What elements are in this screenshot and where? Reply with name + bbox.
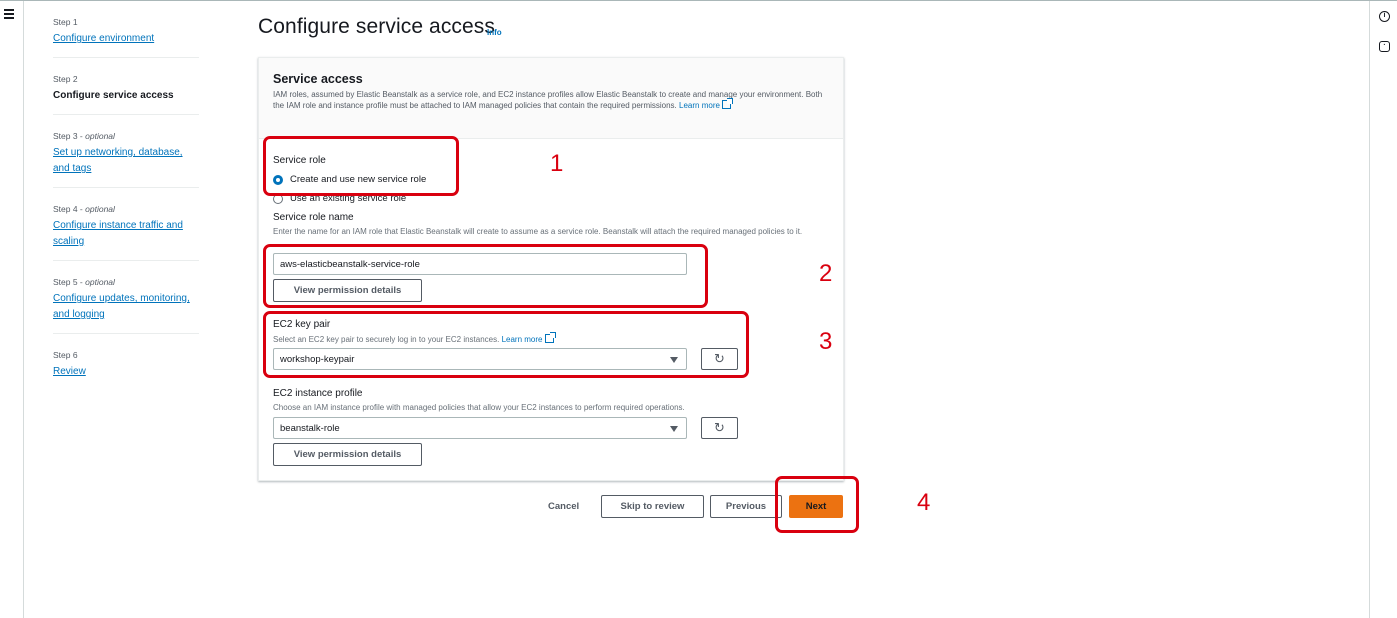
panel-title: Service access [273,72,363,86]
radio-create-new-service-role[interactable] [273,175,283,185]
view-instance-profile-permission-details-button[interactable]: View permission details [273,443,422,466]
wizard-step-2: Step 2 Configure service access [53,73,199,115]
step-label: Step 5 - optional [53,277,115,287]
learn-more-link[interactable]: Learn more [679,98,733,110]
left-navigation-rail [0,1,24,618]
refresh-key-pairs-button[interactable]: ↻ [701,348,738,370]
step-label: Step 1 [53,17,78,27]
gear-icon[interactable]: · [1379,41,1390,52]
wizard-step-3: Step 3 - optional Set up networking, dat… [53,130,199,188]
ec2-key-pair-value: workshop-keypair [280,354,355,365]
step-link-updates-monitoring[interactable]: Configure updates, monitoring, and loggi… [53,291,199,323]
ec2-key-pair-label: EC2 key pair [273,319,331,330]
page-title: Configure service access [258,15,495,38]
ec2-instance-profile-value: beanstalk-role [280,423,340,434]
ec2-key-pair-select[interactable]: workshop-keypair [273,348,687,370]
radio-use-existing-service-role[interactable] [273,194,283,204]
hamburger-menu-icon[interactable] [4,9,14,21]
external-link-icon [544,332,556,343]
step-label: Step 4 - optional [53,204,115,214]
wizard-step-4: Step 4 - optional Configure instance tra… [53,203,199,261]
service-access-panel: Service access IAM roles, assumed by Ela… [258,57,844,481]
service-role-label: Service role [273,155,326,166]
key-pair-learn-more-link[interactable]: Learn more [502,332,556,344]
refresh-icon: ↻ [714,420,725,435]
annotation-number-2: 2 [819,260,833,287]
step-label: Step 2 [53,74,78,84]
panel-header: Service access IAM roles, assumed by Ela… [259,58,843,139]
panel-description: IAM roles, assumed by Elastic Beanstalk … [273,90,823,110]
ec2-instance-profile-description: Choose an IAM instance profile with mana… [273,403,685,412]
radio-label-create-new[interactable]: Create and use new service role [290,174,426,185]
step-link-configure-environment[interactable]: Configure environment [53,31,199,47]
ec2-key-pair-description: Select an EC2 key pair to securely log i… [273,332,556,345]
previous-button[interactable]: Previous [710,495,782,518]
step-link-review[interactable]: Review [53,364,199,380]
ec2-instance-profile-label: EC2 instance profile [273,388,363,399]
next-button[interactable]: Next [789,495,843,518]
info-circle-icon[interactable]: i [1379,11,1390,22]
refresh-instance-profiles-button[interactable]: ↻ [701,417,738,439]
ec2-instance-profile-select[interactable]: beanstalk-role [273,417,687,439]
annotation-number-4: 4 [917,489,931,516]
service-role-name-input[interactable] [273,253,687,275]
wizard-step-5: Step 5 - optional Configure updates, mon… [53,276,199,334]
annotation-number-1: 1 [550,150,564,177]
step-link-instance-traffic[interactable]: Configure instance traffic and scaling [53,218,199,250]
external-link-icon [721,98,733,109]
wizard-steps: Step 1 Configure environment Step 2 Conf… [53,16,199,405]
right-tools-rail: i · [1369,1,1397,618]
view-permission-details-button[interactable]: View permission details [273,279,422,302]
wizard-step-1: Step 1 Configure environment [53,16,199,58]
step-label: Step 3 - optional [53,131,115,141]
step-label: Step 6 [53,350,78,360]
wizard-step-6: Step 6 Review [53,349,199,390]
service-role-name-description: Enter the name for an IAM role that Elas… [273,227,803,236]
radio-label-use-existing[interactable]: Use an existing service role [290,193,406,204]
caret-down-icon [670,357,678,363]
cancel-button[interactable]: Cancel [548,501,579,512]
refresh-icon: ↻ [714,351,725,366]
annotation-number-3: 3 [819,328,833,355]
step-link-networking[interactable]: Set up networking, database, and tags [53,145,199,177]
top-border [0,0,1397,1]
step-current-configure-service-access: Configure service access [53,90,174,101]
info-link[interactable]: Info [487,28,502,37]
service-role-name-label: Service role name [273,212,354,223]
caret-down-icon [670,426,678,432]
skip-to-review-button[interactable]: Skip to review [601,495,704,518]
